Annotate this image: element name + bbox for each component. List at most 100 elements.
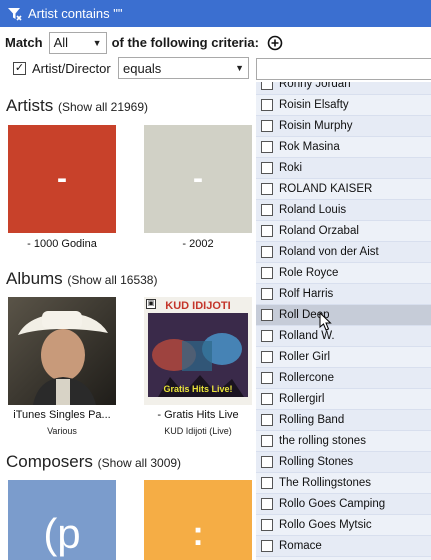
composer-tile-1[interactable]: (p [8,480,116,560]
list-item-checkbox[interactable] [261,267,273,279]
list-item[interactable]: Rolling Band [256,410,431,431]
list-item-label: Rolling Band [279,414,345,426]
composers-section-title: Composers (Show all 3009) [6,452,181,472]
list-item[interactable]: Roisin Murphy [256,116,431,137]
list-item-checkbox[interactable] [261,351,273,363]
results-pane: Artists (Show all 21969) - - 1000 Godina… [0,82,256,560]
list-item-checkbox[interactable] [261,477,273,489]
list-item[interactable]: Roller Girl [256,347,431,368]
artists-section-title: Artists (Show all 21969) [6,96,148,116]
composer-tile-2[interactable]: : [144,480,252,560]
albums-section-title: Albums (Show all 16538) [6,269,157,289]
composers-heading: Composers [6,452,93,471]
list-item-checkbox[interactable] [261,540,273,552]
match-select[interactable]: All ▼ [48,31,107,54]
list-item-checkbox[interactable] [261,82,273,90]
criteria-suffix: of the following criteria: [111,35,259,50]
artist-tile-1-glyph: - [57,162,67,195]
list-item-checkbox[interactable] [261,246,273,258]
artist-tile-2[interactable]: - [144,125,252,233]
rule-checkbox[interactable]: ✓ [13,62,26,75]
list-item-checkbox[interactable] [261,120,273,132]
list-item-checkbox[interactable] [261,456,273,468]
list-item[interactable]: Rollergirl [256,389,431,410]
album-artist-2[interactable]: KUD Idijoti (Live) [138,426,256,436]
criterion-rule: ✓ Artist/Director equals ▼ [0,56,431,81]
add-criterion-button[interactable] [266,34,284,52]
list-item-checkbox[interactable] [261,393,273,405]
album-cover-image-2: KUD IDIJOTI Gratis Hits Live! [144,297,252,405]
list-item-checkbox[interactable] [261,288,273,300]
artists-show-all-link[interactable]: (Show all 21969) [58,100,148,114]
artist-caption-2[interactable]: - 2002 [138,238,256,250]
list-item-label: ROLAND KAISER [279,183,373,195]
list-item[interactable]: the rolling stones [256,431,431,452]
criteria-row: Match All ▼ of the following criteria: [0,30,431,55]
albums-heading: Albums [6,269,63,288]
list-item-checkbox[interactable] [261,414,273,426]
list-item-label: Roller Girl [279,351,331,363]
match-select-value: All [53,35,69,50]
list-item[interactable]: Ronny Jordan [256,82,431,95]
list-item[interactable]: Rollercone [256,368,431,389]
list-item[interactable]: Rolf Harris [256,284,431,305]
list-item[interactable]: Rollo Goes Mytsic [256,515,431,536]
list-item-checkbox[interactable] [261,204,273,216]
list-item[interactable]: The Rollingstones [256,473,431,494]
list-item-label: Roisin Elsafty [279,99,349,111]
composers-show-all-link[interactable]: (Show all 3009) [98,456,181,470]
operator-select[interactable]: equals ▼ [118,57,249,79]
list-item-checkbox[interactable] [261,372,273,384]
list-item[interactable]: Romace [256,536,431,557]
composer-tile-1-glyph: (p [43,510,81,557]
album-title-1[interactable]: iTunes Singles Pa... [2,409,122,421]
list-item[interactable]: Rok Masina [256,137,431,158]
filter-titlebar: Artist contains "" [0,0,431,27]
list-item[interactable]: Roki [256,158,431,179]
filter-clear-icon[interactable] [6,5,24,23]
list-item-checkbox[interactable] [261,225,273,237]
list-item-label: Rolf Harris [279,288,334,300]
album-art-2[interactable]: KUD IDIJOTI Gratis Hits Live! ▣ [144,297,252,405]
list-item-label: Romace [279,540,322,552]
list-item[interactable]: Rollo Goes Camping [256,494,431,515]
list-item[interactable]: Rolland W. [256,326,431,347]
list-item[interactable]: Role Royce [256,263,431,284]
list-item-checkbox[interactable] [261,141,273,153]
list-item-checkbox[interactable] [261,330,273,342]
list-item-label: Roland von der Aist [279,246,379,258]
list-item-label: Roland Louis [279,204,347,216]
list-item-label: the rolling stones [279,435,366,447]
chevron-down-icon: ▼ [92,37,102,48]
filter-title: Artist contains "" [28,6,123,21]
rule-value-input[interactable] [256,58,431,80]
list-item-checkbox[interactable] [261,162,273,174]
list-item[interactable]: Roll Deep [256,305,431,326]
list-item-checkbox[interactable] [261,99,273,111]
list-item[interactable]: Rolling Stones [256,452,431,473]
list-item[interactable]: Roisin Elsafty [256,95,431,116]
list-item[interactable]: ROLAND KAISER [256,179,431,200]
list-item-checkbox[interactable] [261,309,273,321]
list-item[interactable]: Roland von der Aist [256,242,431,263]
artist-tile-1[interactable]: - [8,125,116,233]
album-artist-1[interactable]: Various [2,426,122,436]
artist-value-list[interactable]: Ronny Jordan Roisin Elsafty Roisin Murphy R… [256,82,431,560]
album-art-2-subtext: Gratis Hits Live! [163,384,232,394]
album-cover-image-1 [8,297,116,405]
album-title-2[interactable]: - Gratis Hits Live [138,409,256,421]
list-item-checkbox[interactable] [261,519,273,531]
checkmark-icon: ✓ [14,62,25,74]
list-item-checkbox[interactable] [261,498,273,510]
artist-tile-2-glyph: - [193,162,203,195]
list-item-label: Roland Orzabal [279,225,359,237]
album-art-1[interactable] [8,297,116,405]
list-item-checkbox[interactable] [261,183,273,195]
list-item[interactable]: Roland Louis [256,200,431,221]
list-item-label: Ronny Jordan [279,82,351,90]
artists-heading: Artists [6,96,54,115]
list-item-checkbox[interactable] [261,435,273,447]
albums-show-all-link[interactable]: (Show all 16538) [67,273,157,287]
list-item[interactable]: Roland Orzabal [256,221,431,242]
artist-caption-1[interactable]: - 1000 Godina [2,238,122,250]
